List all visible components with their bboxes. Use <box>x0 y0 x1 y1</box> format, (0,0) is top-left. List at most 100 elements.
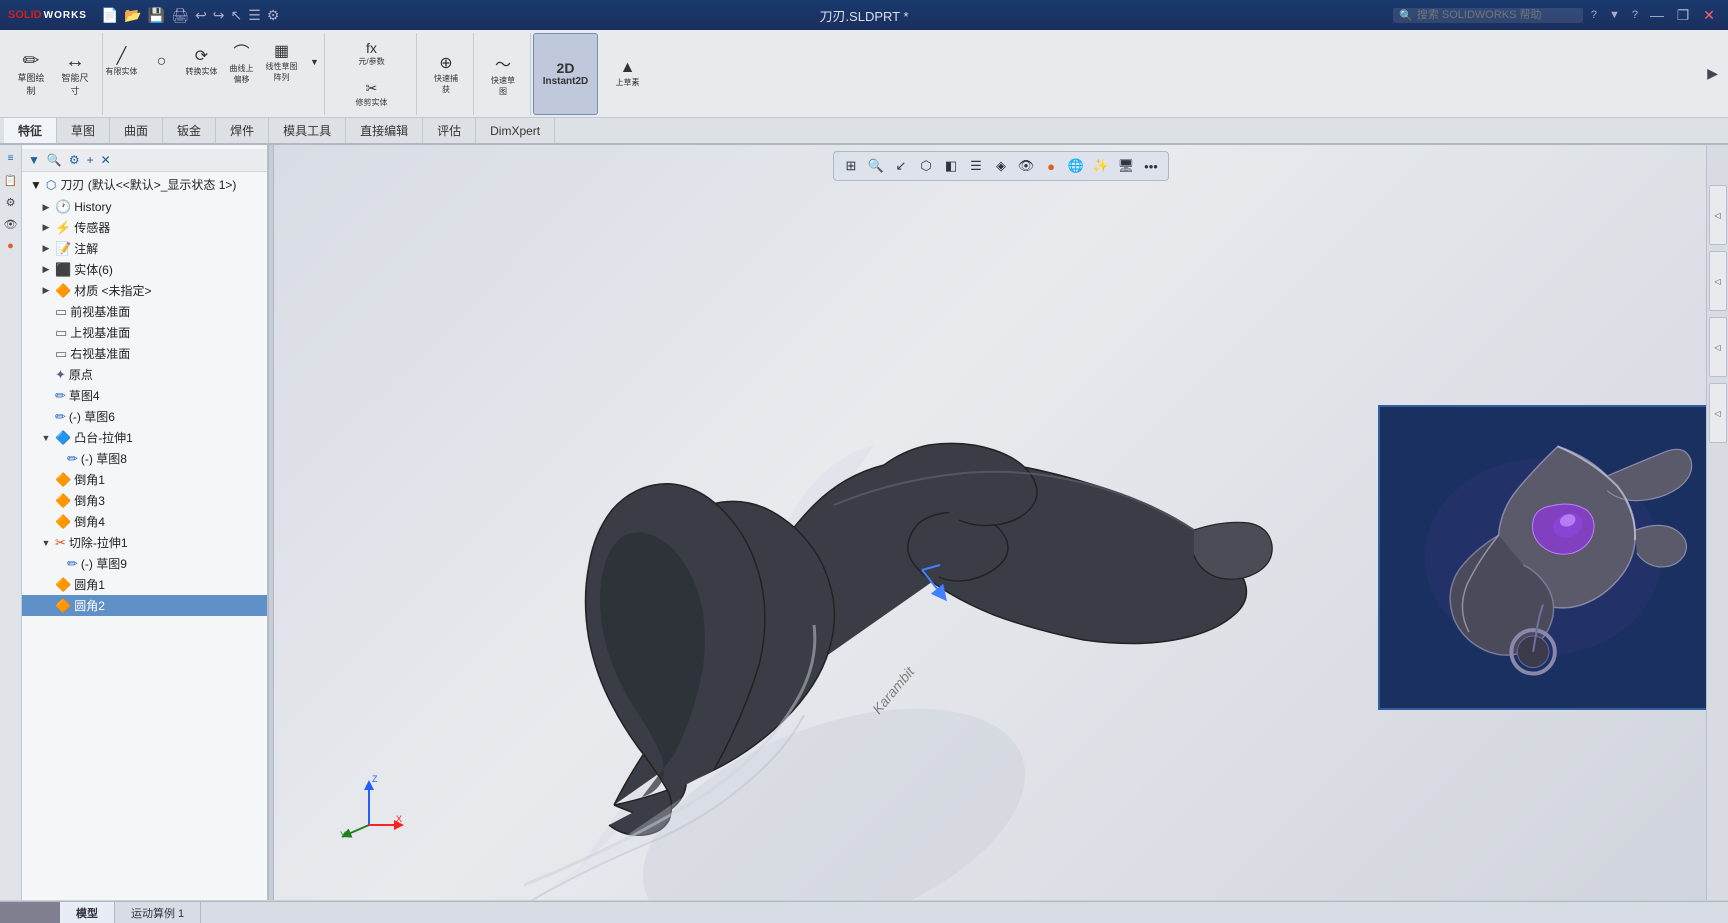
vp-appearance[interactable]: ● <box>1040 155 1062 177</box>
right-bar-1[interactable]: ◁ <box>1709 185 1727 245</box>
tree-item-front-plane[interactable]: ▶ ▭ 前视基准面 <box>22 301 267 322</box>
tree-item-fillet4[interactable]: ▶ 🔶 倒角4 <box>22 511 267 532</box>
tab-evaluate[interactable]: 评估 <box>423 118 476 143</box>
tree-item-origin[interactable]: ▶ ✦ 原点 <box>22 364 267 385</box>
convert-btn[interactable]: ⟳ 转换实体 <box>183 37 221 87</box>
array-expand[interactable]: ▼ <box>303 37 327 87</box>
display-icon[interactable]: 👁 <box>2 215 20 233</box>
tree-item-fillet1[interactable]: ▶ 🔶 倒角1 <box>22 469 267 490</box>
select-icon[interactable]: ↖ <box>231 7 243 24</box>
save-icon[interactable]: 💾 <box>148 7 165 24</box>
redo-icon[interactable]: ↪ <box>213 7 225 24</box>
vp-scene[interactable]: 🌐 <box>1065 155 1087 177</box>
vp-more[interactable]: ••• <box>1140 155 1162 177</box>
sketch9-icon: ✏ <box>67 556 78 572</box>
toolbar-group-instant2d: 2D Instant2D <box>533 33 598 115</box>
close-button[interactable]: ✕ <box>1698 4 1720 26</box>
smart-dim-btn[interactable]: ↔ 智能尺 寸 <box>54 49 96 99</box>
tree-item-sketch4[interactable]: ▶ ✏ 草图4 <box>22 385 267 406</box>
filter-search-icon[interactable]: 🔍 <box>45 151 64 169</box>
tree-item-sensor[interactable]: ▶ ⚡ 传感器 <box>22 217 267 238</box>
upcam-btn[interactable]: ▲ 上草素 <box>607 54 649 94</box>
tree-root-title[interactable]: ▼ ⬡ 刀刃 (默认<<默认>_显示状态 1>) <box>22 172 267 197</box>
vp-view-orient[interactable]: ☰ <box>965 155 987 177</box>
tab-directedit[interactable]: 直接编辑 <box>346 118 423 143</box>
property-icon[interactable]: 📋 <box>2 171 20 189</box>
tree-item-material[interactable]: ▶ 🔶 材质 <未指定> <box>22 280 267 301</box>
toolbar-expand-btn[interactable]: ▶ <box>1707 65 1718 82</box>
boss-extrude-icon: 🔷 <box>55 430 71 446</box>
tabs-row: 特征 草图 曲面 钣金 焊件 模具工具 直接编辑 评估 DimXpert <box>0 118 1728 144</box>
tree-item-solid[interactable]: ▶ ⬛ 实体(6) <box>22 259 267 280</box>
vp-section[interactable]: ◧ <box>940 155 962 177</box>
toolbar-group-last: ▲ 上草素 <box>600 33 655 115</box>
tree-item-sketch6[interactable]: ▶ ✏ (-) 草图6 <box>22 406 267 427</box>
instant2d-btn[interactable]: 2D Instant2D <box>545 54 587 94</box>
vp-zoom-extents[interactable]: ⊞ <box>840 155 862 177</box>
line-btn[interactable]: ╱ 有限实体 <box>103 37 141 87</box>
tab-weldment[interactable]: 焊件 <box>216 118 269 143</box>
undo-icon[interactable]: ↩ <box>195 7 207 24</box>
tree-item-sketch9[interactable]: ▶ ✏ (-) 草图9 <box>22 553 267 574</box>
filter-gear-icon[interactable]: ⚙ <box>67 151 82 169</box>
vp-zoom-select[interactable]: 🔍 <box>865 155 887 177</box>
tab-sheetmetal[interactable]: 钣金 <box>163 118 216 143</box>
tree-item-cut-extrude1[interactable]: ▼ ✂ 切除-拉伸1 <box>22 532 267 553</box>
right-bar-4[interactable]: ◁ <box>1709 383 1727 443</box>
right-bar-2[interactable]: ◁ <box>1709 251 1727 311</box>
tab-feature[interactable]: 特征 <box>4 118 57 143</box>
status-tab-motion[interactable]: 运动算例 1 <box>115 902 201 923</box>
vp-display[interactable]: 🖥 <box>1115 155 1137 177</box>
left-panel: ≡ 📋 ⚙ 👁 ● ▼ 🔍 ⚙ + ✕ ▼ ⬡ 刀刃 (默认<<默认>_显示状态… <box>0 145 268 900</box>
vp-standard-views[interactable]: ⬡ <box>915 155 937 177</box>
sw-logo: SOLIDWORKS <box>8 9 87 21</box>
vp-hide-show[interactable]: 👁 <box>1015 155 1037 177</box>
origin-icon: ✦ <box>55 367 66 383</box>
fillet4-icon: 🔶 <box>55 514 71 530</box>
tree-item-top-plane[interactable]: ▶ ▭ 上视基准面 <box>22 322 267 343</box>
tree-item-round2[interactable]: ▶ 🔶 圆角2 <box>22 595 267 616</box>
tab-surface[interactable]: 曲面 <box>110 118 163 143</box>
viewport-toolbar: ⊞ 🔍 ↙ ⬡ ◧ ☰ ◈ 👁 ● 🌐 ✨ 🖥 ••• <box>833 151 1169 181</box>
restore-button[interactable]: ❐ <box>1672 4 1694 26</box>
vp-realview[interactable]: ✨ <box>1090 155 1112 177</box>
print-icon[interactable]: 🖨 <box>171 7 189 24</box>
filter-icon[interactable]: ▼ <box>26 151 42 169</box>
config-icon[interactable]: ⚙ <box>2 193 20 211</box>
tab-moldtools[interactable]: 模具工具 <box>269 118 346 143</box>
minimize-button[interactable]: — <box>1646 4 1668 26</box>
sketch-btn[interactable]: ✏ 草图绘 制 <box>10 49 52 99</box>
vp-display-style[interactable]: ◈ <box>990 155 1012 177</box>
tab-sketch[interactable]: 草图 <box>57 118 110 143</box>
tree-item-right-plane[interactable]: ▶ ▭ 右视基准面 <box>22 343 267 364</box>
offset-btn[interactable]: ⌒ 曲线上偏移 <box>223 37 261 87</box>
appearance-icon[interactable]: ● <box>2 237 20 255</box>
feature-tree-icon[interactable]: ≡ <box>2 149 20 167</box>
search-input[interactable] <box>1417 9 1577 21</box>
filter-plus-icon[interactable]: + <box>85 151 96 169</box>
trim-btn[interactable]: ✂ 修剪实体 <box>332 74 412 114</box>
tree-item-fillet3[interactable]: ▶ 🔶 倒角3 <box>22 490 267 511</box>
tree-item-round1[interactable]: ▶ 🔶 圆角1 <box>22 574 267 595</box>
tree-item-sketch8[interactable]: ▶ ✏ (-) 草图8 <box>22 448 267 469</box>
right-sidebar-bar: ◁ ◁ ◁ ◁ <box>1706 145 1728 900</box>
status-indicator <box>0 902 60 923</box>
vp-previous-view[interactable]: ↙ <box>890 155 912 177</box>
open-icon[interactable]: 📂 <box>124 7 141 24</box>
quick-sketch-btn[interactable]: 〜 快速草 图 <box>482 49 524 99</box>
param-btn[interactable]: fx 元/参数 <box>332 34 412 74</box>
status-tab-model[interactable]: 模型 <box>60 902 115 923</box>
right-bar-3[interactable]: ◁ <box>1709 317 1727 377</box>
new-icon[interactable]: 📄 <box>101 7 118 24</box>
filter-cross-icon[interactable]: ✕ <box>99 151 113 169</box>
array-btn[interactable]: ▦ 线性草图阵列 <box>263 37 301 87</box>
circle-btn[interactable]: ○ <box>143 37 181 87</box>
tree-item-notes[interactable]: ▶ 📝 注解 <box>22 238 267 259</box>
tab-dimxpert[interactable]: DimXpert <box>476 118 555 143</box>
settings-icon[interactable]: ⚙ <box>267 7 280 24</box>
tree-item-boss-extrude1[interactable]: ▼ 🔷 凸台-拉伸1 <box>22 427 267 448</box>
viewport[interactable]: ⊞ 🔍 ↙ ⬡ ◧ ☰ ◈ 👁 ● 🌐 ✨ 🖥 ••• <box>274 145 1728 900</box>
options-icon[interactable]: ☰ <box>248 7 261 24</box>
quick-capture-btn[interactable]: ⊕ 快速捕 获 <box>425 51 467 97</box>
tree-item-history[interactable]: ▶ 🕐 History <box>22 197 267 217</box>
